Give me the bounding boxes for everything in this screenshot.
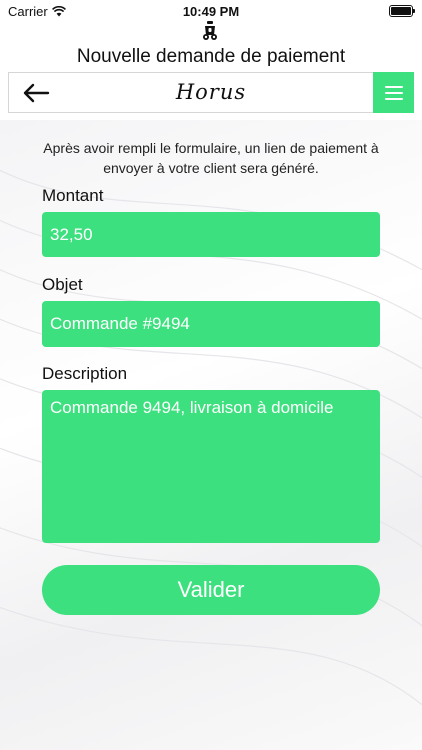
form-content: Après avoir rempli le formulaire, un lie…	[0, 120, 422, 750]
nav-bar: Horus	[8, 72, 414, 113]
object-field[interactable]: Commande #9494	[42, 301, 380, 347]
scooter-icon	[203, 21, 217, 40]
submit-button[interactable]: Valider	[42, 565, 380, 615]
description-label: Description	[42, 364, 128, 383]
status-time: 10:49 PM	[182, 4, 240, 19]
hamburger-menu-icon[interactable]	[373, 72, 414, 113]
form-intro-text: Après avoir rempli le formulaire, un lie…	[43, 140, 379, 176]
battery-icon	[389, 5, 415, 17]
object-label: Objet	[42, 275, 83, 294]
amount-field[interactable]: 32,50	[42, 212, 380, 257]
status-bar: Carrier 10:49 PM	[0, 0, 422, 22]
description-field[interactable]: Commande 9494, livraison à domicile	[42, 390, 380, 543]
amount-label: Montant	[42, 186, 104, 205]
brand-logo: Horus	[175, 80, 247, 104]
page-title: Nouvelle demande de paiement	[76, 46, 346, 67]
